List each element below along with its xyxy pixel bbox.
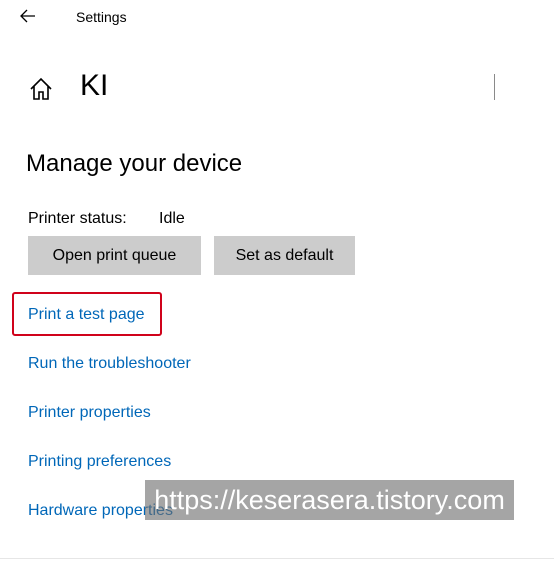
open-print-queue-button[interactable]: Open print queue (28, 236, 201, 275)
back-arrow-icon[interactable] (18, 6, 38, 26)
watermark-overlay: https://keserasera.tistory.com (145, 480, 514, 520)
set-as-default-button[interactable]: Set as default (214, 236, 355, 275)
print-test-page-link[interactable]: Print a test page (28, 306, 145, 324)
printer-status-label: Printer status: (28, 210, 127, 227)
printing-preferences-link[interactable]: Printing preferences (28, 453, 171, 471)
run-troubleshooter-link[interactable]: Run the troubleshooter (28, 355, 191, 373)
header-divider (494, 74, 495, 100)
app-title: Settings (76, 9, 127, 25)
printer-properties-link[interactable]: Printer properties (28, 404, 151, 422)
page-title: KI (80, 69, 106, 102)
home-icon (30, 77, 52, 100)
section-heading: Manage your device (26, 150, 243, 177)
bottom-divider (0, 558, 554, 559)
printer-status-value: Idle (159, 210, 185, 227)
